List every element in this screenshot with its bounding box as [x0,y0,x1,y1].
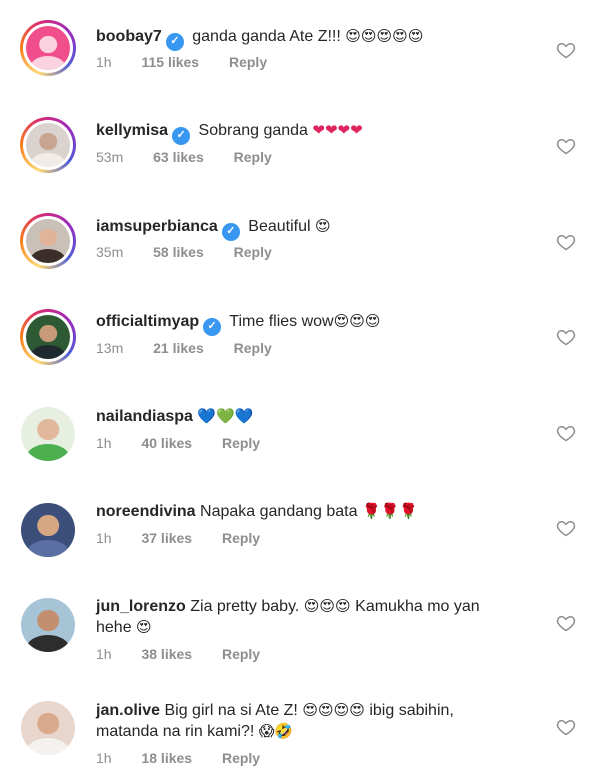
comment-text: Sobrang ganda [198,122,308,139]
avatar-story-ring[interactable] [20,309,76,365]
comment-time: 1h [96,646,112,662]
comment-text: Big girl na si Ate Z! [164,702,298,719]
comment-likes[interactable]: 37 likes [141,530,192,546]
avatar-story-ring[interactable] [20,213,76,269]
comment-emoji: 😍 [315,217,331,235]
avatar-story-ring[interactable] [20,117,76,173]
avatar-wrapper[interactable] [20,502,76,558]
comment-likes[interactable]: 40 likes [141,435,192,451]
comment-likes[interactable]: 58 likes [153,244,204,260]
avatar-wrapper[interactable] [20,597,76,653]
comment-text: Beautiful [248,218,311,235]
comment-username[interactable]: jan.olive [96,702,160,719]
reply-button[interactable]: Reply [222,530,260,546]
heart-icon[interactable] [556,717,576,737]
comment-username[interactable]: nailandiaspa [96,408,193,425]
comment-time: 1h [96,750,112,766]
avatar [21,503,75,557]
reply-button[interactable]: Reply [222,435,260,451]
heart-icon[interactable] [556,518,576,538]
avatar [21,701,75,755]
comment-likes[interactable]: 21 likes [153,340,204,356]
comment-emoji: 💙💚💙 [197,407,254,425]
comment-emoji: 🌹🌹🌹 [361,502,418,520]
heart-icon[interactable] [556,613,576,633]
comment-likes[interactable]: 18 likes [141,750,192,766]
comment-time: 1h [96,435,112,451]
avatar [26,123,70,167]
comment-time: 1h [96,530,112,546]
comment-emoji: ❤❤❤❤ [312,121,363,139]
verified-icon: ✓ [172,126,191,145]
avatar-wrapper[interactable] [20,406,76,462]
verified-icon: ✓ [221,222,240,241]
comment-time: 35m [96,244,124,260]
comment-text-continued: Kamukha mo yan [355,598,480,615]
comment-emoji: 😍😍😍😍😍 [345,27,424,45]
comment-likes[interactable]: 38 likes [141,646,192,662]
reply-button[interactable]: Reply [234,244,272,260]
heart-icon[interactable] [556,327,576,347]
heart-icon[interactable] [556,136,576,156]
reply-button[interactable]: Reply [229,54,267,70]
comment-username[interactable]: noreendivina [96,503,196,520]
avatar [26,219,70,263]
heart-icon[interactable] [556,232,576,252]
avatar [26,26,70,70]
comment-username[interactable]: kellymisa [96,122,168,139]
comment-username[interactable]: officialtimyap [96,313,199,330]
comments-list: boobay7 ✓ ganda ganda Ate Z!!! 😍😍😍😍😍 1h 1… [0,0,600,784]
comment-emoji: 😍😍😍😍 [302,701,365,719]
comment-username[interactable]: iamsuperbianca [96,218,218,235]
comment-likes[interactable]: 115 likes [141,54,199,70]
avatar [26,315,70,359]
comment-text-line2: hehe [96,619,132,636]
comment-emoji: 😍😍😍 [303,597,351,615]
comment-text-continued: ibig sabihin, [369,702,454,719]
heart-icon[interactable] [556,40,576,60]
reply-button[interactable]: Reply [234,149,272,165]
avatar-wrapper[interactable] [20,700,76,756]
comment-text: ganda ganda Ate Z!!! [192,28,341,45]
comment-emoji-line2: 😱🤣 [258,722,294,740]
comment-username[interactable]: jun_lorenzo [96,598,186,615]
comment-text-line2: matanda na rin kami?! [96,723,255,740]
reply-button[interactable]: Reply [222,646,260,662]
verified-icon: ✓ [203,317,222,336]
heart-icon[interactable] [556,423,576,443]
comment-likes[interactable]: 63 likes [153,149,204,165]
comment-emoji: 😍😍😍 [333,312,381,330]
comment-username[interactable]: boobay7 [96,28,162,45]
comment-time: 13m [96,340,124,356]
avatar [21,407,75,461]
verified-icon: ✓ [165,32,184,51]
reply-button[interactable]: Reply [234,340,272,356]
comment-text: Time flies wow [229,313,334,330]
avatar-story-ring[interactable] [20,20,76,76]
comment-time: 53m [96,149,124,165]
comment-text: Napaka gandang bata [200,503,358,520]
comment-emoji-line2: 😍 [136,618,152,636]
reply-button[interactable]: Reply [222,750,260,766]
avatar [21,598,75,652]
comment-time: 1h [96,54,112,70]
comment-text: Zia pretty baby. [190,598,300,615]
